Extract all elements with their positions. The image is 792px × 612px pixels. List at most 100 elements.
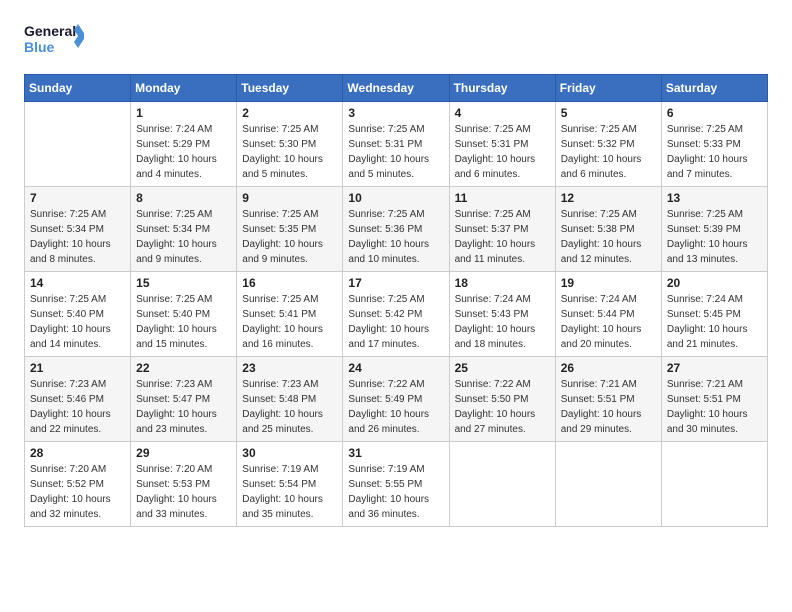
day-info: Sunrise: 7:19 AM Sunset: 5:54 PM Dayligh… [242,462,337,522]
day-info: Sunrise: 7:25 AM Sunset: 5:37 PM Dayligh… [455,207,550,267]
calendar-table: SundayMondayTuesdayWednesdayThursdayFrid… [24,74,768,527]
day-info: Sunrise: 7:25 AM Sunset: 5:33 PM Dayligh… [667,122,762,182]
day-info: Sunrise: 7:21 AM Sunset: 5:51 PM Dayligh… [667,377,762,437]
day-number: 29 [136,446,231,460]
day-info: Sunrise: 7:21 AM Sunset: 5:51 PM Dayligh… [561,377,656,437]
day-number: 6 [667,106,762,120]
calendar-day-cell: 5 Sunrise: 7:25 AM Sunset: 5:32 PM Daylig… [555,102,661,187]
calendar-day-cell: 21 Sunrise: 7:23 AM Sunset: 5:46 PM Dayli… [25,357,131,442]
day-number: 10 [348,191,443,205]
calendar-day-cell: 14Sunrise: 7:25 AM Sunset: 5:40 PM Dayli… [25,272,131,357]
day-info: Sunrise: 7:25 AM Sunset: 5:40 PM Dayligh… [136,292,231,352]
day-info: Sunrise: 7:22 AM Sunset: 5:50 PM Dayligh… [455,377,550,437]
day-info: Sunrise: 7:25 AM Sunset: 5:30 PM Dayligh… [242,122,337,182]
day-info: Sunrise: 7:20 AM Sunset: 5:53 PM Dayligh… [136,462,231,522]
calendar-day-cell: 6 Sunrise: 7:25 AM Sunset: 5:33 PM Daylig… [661,102,767,187]
calendar-day-cell: 1 Sunrise: 7:24 AM Sunset: 5:29 PM Daylig… [131,102,237,187]
day-number: 15 [136,276,231,290]
calendar-day-cell [449,442,555,527]
svg-text:Blue: Blue [24,39,55,55]
calendar-day-cell: 15 Sunrise: 7:25 AM Sunset: 5:40 PM Dayli… [131,272,237,357]
day-number: 1 [136,106,231,120]
calendar-day-cell: 4 Sunrise: 7:25 AM Sunset: 5:31 PM Daylig… [449,102,555,187]
day-info: Sunrise: 7:24 AM Sunset: 5:43 PM Dayligh… [455,292,550,352]
day-info: Sunrise: 7:25 AM Sunset: 5:36 PM Dayligh… [348,207,443,267]
calendar-day-cell: 28 Sunrise: 7:20 AM Sunset: 5:52 PM Dayli… [25,442,131,527]
calendar-day-cell: 7 Sunrise: 7:25 AM Sunset: 5:34 PM Daylig… [25,187,131,272]
calendar-day-cell: 29 Sunrise: 7:20 AM Sunset: 5:53 PM Dayli… [131,442,237,527]
day-number: 14 [30,276,125,290]
day-number: 21 [30,361,125,375]
calendar-week-row: 7 Sunrise: 7:25 AM Sunset: 5:34 PM Daylig… [25,187,768,272]
day-info: Sunrise: 7:25 AM Sunset: 5:31 PM Dayligh… [455,122,550,182]
calendar-day-cell: 2Sunrise: 7:25 AM Sunset: 5:30 PM Daylig… [237,102,343,187]
calendar-week-row: 21 Sunrise: 7:23 AM Sunset: 5:46 PM Dayli… [25,357,768,442]
calendar-week-row: 1 Sunrise: 7:24 AM Sunset: 5:29 PM Daylig… [25,102,768,187]
calendar-day-cell: 22 Sunrise: 7:23 AM Sunset: 5:47 PM Dayli… [131,357,237,442]
calendar-week-row: 14 Sunrise: 7:25 AM Sunset: 5:40 PM Dayli… [25,272,768,357]
day-number: 11 [455,191,550,205]
day-info: Sunrise: 7:24 AM Sunset: 5:29 PM Dayligh… [136,122,231,182]
header-wednesday: Wednesday [343,75,449,102]
day-number: 26 [561,361,656,375]
day-number: 5 [561,106,656,120]
day-info: Sunrise: 7:25 AM Sunset: 5:42 PM Dayligh… [348,292,443,352]
day-number: 18 [455,276,550,290]
day-number: 22 [136,361,231,375]
day-info: Sunrise: 7:24 AM Sunset: 5:44 PM Dayligh… [561,292,656,352]
day-info: Sunrise: 7:23 AM Sunset: 5:46 PM Dayligh… [30,377,125,437]
header-tuesday: Tuesday [237,75,343,102]
calendar-day-cell: 27 Sunrise: 7:21 AM Sunset: 5:51 PM Dayli… [661,357,767,442]
calendar-day-cell: 13 Sunrise: 7:25 AM Sunset: 5:39 PM Dayli… [661,187,767,272]
header-friday: Friday [555,75,661,102]
header: General Blue [24,20,768,62]
calendar-day-cell: 18 Sunrise: 7:24 AM Sunset: 5:43 PM Dayli… [449,272,555,357]
calendar-day-cell: 8 Sunrise: 7:25 AM Sunset: 5:34 PM Daylig… [131,187,237,272]
day-number: 13 [667,191,762,205]
logo-svg: General Blue [24,20,84,62]
day-number: 16 [242,276,337,290]
day-number: 8 [136,191,231,205]
day-number: 24 [348,361,443,375]
svg-text:General: General [24,23,76,39]
day-number: 30 [242,446,337,460]
day-info: Sunrise: 7:23 AM Sunset: 5:47 PM Dayligh… [136,377,231,437]
day-number: 23 [242,361,337,375]
calendar-day-cell: 23 Sunrise: 7:23 AM Sunset: 5:48 PM Dayli… [237,357,343,442]
calendar-day-cell: 16Sunrise: 7:25 AM Sunset: 5:41 PM Dayli… [237,272,343,357]
day-info: Sunrise: 7:25 AM Sunset: 5:32 PM Dayligh… [561,122,656,182]
calendar-day-cell: 26 Sunrise: 7:21 AM Sunset: 5:51 PM Dayli… [555,357,661,442]
day-info: Sunrise: 7:25 AM Sunset: 5:34 PM Dayligh… [136,207,231,267]
day-number: 4 [455,106,550,120]
day-number: 27 [667,361,762,375]
calendar-day-cell: 24Sunrise: 7:22 AM Sunset: 5:49 PM Dayli… [343,357,449,442]
day-number: 28 [30,446,125,460]
calendar-day-cell: 25 Sunrise: 7:22 AM Sunset: 5:50 PM Dayli… [449,357,555,442]
calendar-day-cell: 3Sunrise: 7:25 AM Sunset: 5:31 PM Daylig… [343,102,449,187]
day-number: 3 [348,106,443,120]
day-info: Sunrise: 7:25 AM Sunset: 5:38 PM Dayligh… [561,207,656,267]
day-number: 9 [242,191,337,205]
day-number: 20 [667,276,762,290]
day-number: 12 [561,191,656,205]
day-info: Sunrise: 7:20 AM Sunset: 5:52 PM Dayligh… [30,462,125,522]
day-info: Sunrise: 7:23 AM Sunset: 5:48 PM Dayligh… [242,377,337,437]
calendar-day-cell: 17Sunrise: 7:25 AM Sunset: 5:42 PM Dayli… [343,272,449,357]
day-info: Sunrise: 7:25 AM Sunset: 5:35 PM Dayligh… [242,207,337,267]
day-number: 25 [455,361,550,375]
day-number: 31 [348,446,443,460]
day-info: Sunrise: 7:25 AM Sunset: 5:34 PM Dayligh… [30,207,125,267]
day-number: 7 [30,191,125,205]
calendar-day-cell: 12 Sunrise: 7:25 AM Sunset: 5:38 PM Dayli… [555,187,661,272]
day-info: Sunrise: 7:24 AM Sunset: 5:45 PM Dayligh… [667,292,762,352]
header-saturday: Saturday [661,75,767,102]
header-monday: Monday [131,75,237,102]
day-info: Sunrise: 7:19 AM Sunset: 5:55 PM Dayligh… [348,462,443,522]
day-info: Sunrise: 7:25 AM Sunset: 5:39 PM Dayligh… [667,207,762,267]
calendar-day-cell [25,102,131,187]
calendar-day-cell [661,442,767,527]
calendar-day-cell: 20 Sunrise: 7:24 AM Sunset: 5:45 PM Dayli… [661,272,767,357]
calendar-week-row: 28 Sunrise: 7:20 AM Sunset: 5:52 PM Dayli… [25,442,768,527]
calendar-day-cell: 11 Sunrise: 7:25 AM Sunset: 5:37 PM Dayli… [449,187,555,272]
calendar-day-cell: 10 Sunrise: 7:25 AM Sunset: 5:36 PM Dayli… [343,187,449,272]
